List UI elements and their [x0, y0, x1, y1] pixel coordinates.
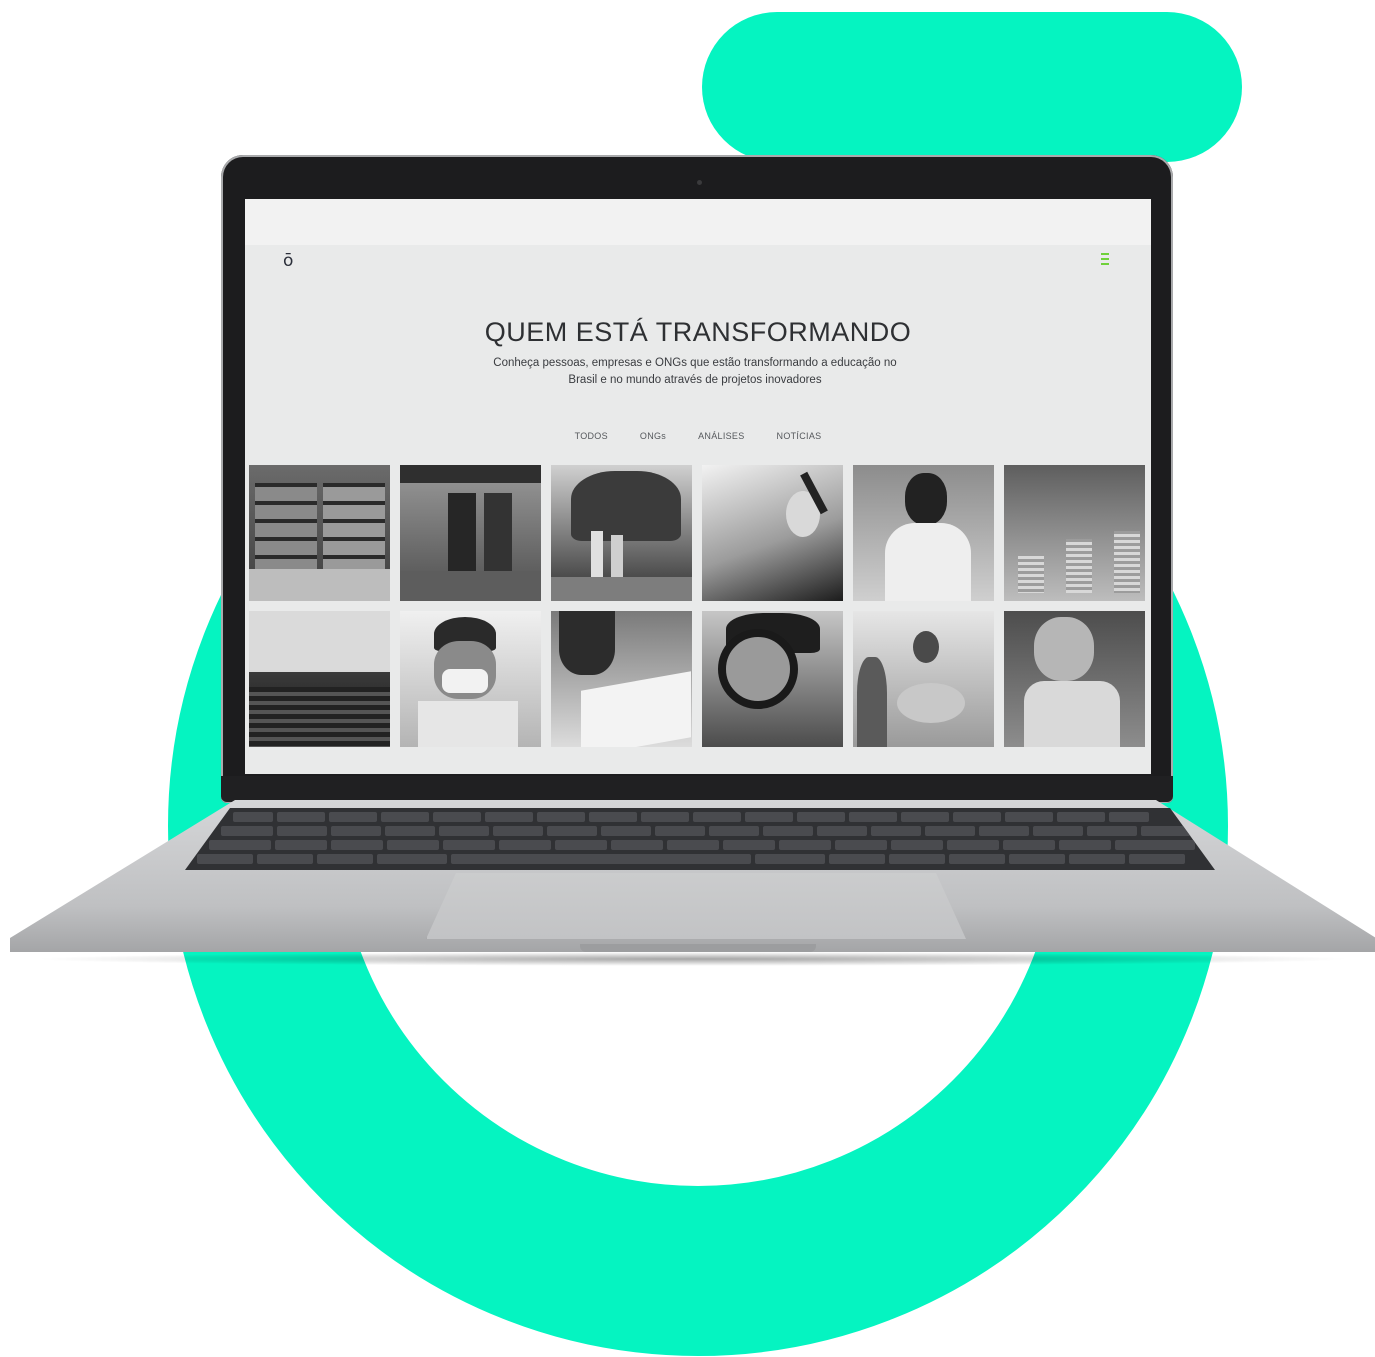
logo-icon[interactable]: ō [283, 251, 299, 271]
gallery-tile-building[interactable] [400, 465, 541, 601]
gallery-tile-student-mask[interactable] [400, 611, 541, 747]
gallery-tile-group-signs[interactable] [853, 611, 994, 747]
laptop-opening-notch [580, 944, 816, 952]
laptop-screen-bezel-bottom [221, 776, 1173, 802]
webcam [697, 180, 702, 185]
subtitle-line-2: Brasil e no mundo através de projetos in… [568, 374, 822, 386]
gallery-tile-smiling-boy[interactable] [1004, 611, 1145, 747]
gallery-tile-library[interactable] [249, 465, 390, 601]
gallery-tile-magnifier-boy[interactable] [702, 611, 843, 747]
background-pill-shape [702, 12, 1242, 162]
tab-ongs[interactable]: ONGs [640, 431, 666, 441]
browser-top-area [245, 199, 1151, 245]
page-subtitle: Conheça pessoas, empresas e ONGs que est… [475, 355, 915, 389]
hamburger-icon[interactable] [1101, 253, 1109, 267]
tab-noticias[interactable]: NOTÍCIAS [777, 431, 822, 441]
gallery-grid [249, 465, 1145, 747]
gallery-tile-coins[interactable] [1004, 465, 1145, 601]
page-title: QUEM ESTÁ TRANSFORMANDO [484, 317, 912, 348]
laptop-screen: ō QUEM ESTÁ TRANSFORMANDO Conheça pessoa… [245, 199, 1151, 774]
gallery-tile-student-writing[interactable] [551, 611, 692, 747]
gallery-tile-auditorium[interactable] [249, 611, 390, 747]
filter-tabs: TODOS ONGs ANÁLISES NOTÍCIAS [245, 431, 1151, 441]
subtitle-line-1: Conheça pessoas, empresas e ONGs que est… [493, 357, 897, 369]
tab-analises[interactable]: ANÁLISES [698, 431, 744, 441]
tab-todos[interactable]: TODOS [575, 431, 608, 441]
gallery-tile-writing-hand[interactable] [702, 465, 843, 601]
keyboard [185, 808, 1215, 870]
gallery-tile-people-walking[interactable] [551, 465, 692, 601]
gallery-tile-smiling-man[interactable] [853, 465, 994, 601]
trackpad [426, 873, 966, 939]
laptop-shadow [30, 952, 1355, 966]
